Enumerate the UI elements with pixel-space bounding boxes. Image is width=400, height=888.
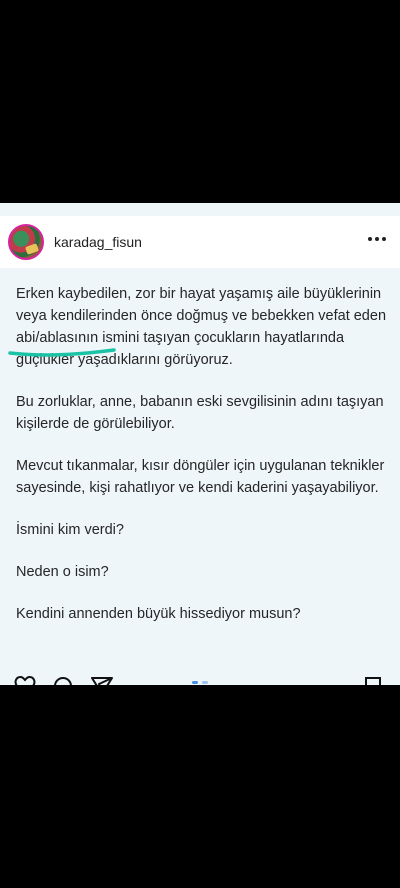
post-action-bar <box>0 673 400 685</box>
user-avatar[interactable] <box>8 224 44 260</box>
carousel-dot <box>192 681 198 684</box>
caption-paragraph-2: Bu zorluklar, anne, babanın eski sevgili… <box>16 394 384 432</box>
share-icon[interactable] <box>90 676 114 685</box>
caption-paragraph-6: Kendini annenden büyük hissediyor musun? <box>16 606 301 622</box>
username[interactable]: karadag_fisun <box>54 234 142 250</box>
caption-paragraph-3: Mevcut tıkanmalar, kısır döngüler için u… <box>16 458 385 496</box>
caption-paragraph-4: İsmini kim verdi? <box>16 522 124 538</box>
caption-paragraph-5: Neden o isim? <box>16 564 109 580</box>
bookmark-icon[interactable] <box>364 676 382 685</box>
post-caption: Erken kaybedilen, zor bir hayat yaşamış … <box>16 283 388 645</box>
carousel-dot <box>202 681 208 684</box>
highlight-underline <box>8 348 116 357</box>
heart-icon[interactable] <box>14 676 36 685</box>
instagram-post: karadag_fisun Erken kaybedilen, zor bir … <box>0 203 400 685</box>
post-header: karadag_fisun <box>0 216 400 268</box>
more-options-icon[interactable] <box>366 228 388 250</box>
comment-icon[interactable] <box>52 676 74 685</box>
